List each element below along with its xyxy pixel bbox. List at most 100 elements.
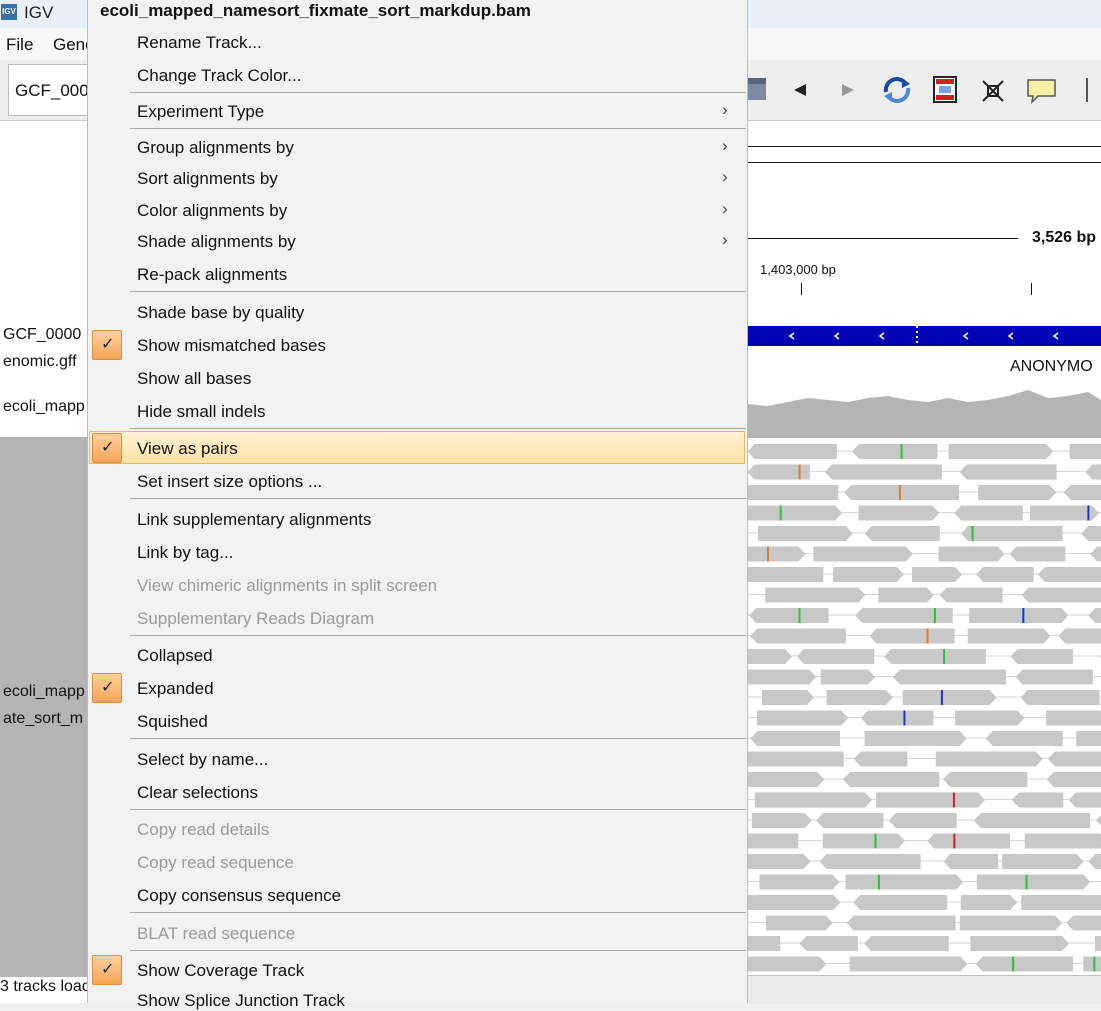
- menu-item-shade-alignments[interactable]: Shade alignments by: [137, 232, 296, 252]
- alignment-read[interactable]: [819, 854, 921, 869]
- track-name-alignments[interactable]: ecoli_mapp: [3, 683, 85, 701]
- alignment-read[interactable]: [1088, 608, 1101, 623]
- menu-item-show-all-bases[interactable]: Show all bases: [137, 369, 251, 389]
- menu-item-shade-base-quality[interactable]: Shade base by quality: [137, 303, 304, 323]
- alignment-read[interactable]: [935, 751, 1043, 767]
- alignment-read[interactable]: [756, 710, 849, 726]
- alignment-read[interactable]: [816, 813, 884, 828]
- speech-bubble-icon[interactable]: [1026, 78, 1058, 104]
- alignment-read[interactable]: [888, 813, 957, 828]
- alignment-read[interactable]: [1081, 526, 1101, 541]
- alignment-read[interactable]: [855, 608, 953, 623]
- alignment-read[interactable]: [864, 936, 949, 951]
- alignment-read[interactable]: [748, 567, 824, 582]
- alignment-read[interactable]: [1088, 854, 1101, 869]
- alignment-read[interactable]: [748, 649, 793, 664]
- menu-item-rename-track[interactable]: Rename Track...: [137, 33, 262, 53]
- menu-item-color-alignments[interactable]: Color alignments by: [137, 201, 287, 221]
- alignment-read[interactable]: [960, 526, 1063, 541]
- alignment-read[interactable]: [765, 587, 866, 603]
- alignment-read[interactable]: [826, 690, 893, 705]
- alignment-read[interactable]: [822, 833, 905, 849]
- alignment-read[interactable]: [1009, 546, 1066, 562]
- menu-item-show-mismatched-bases[interactable]: Show mismatched bases: [137, 336, 326, 356]
- alignment-read[interactable]: [813, 546, 913, 562]
- alignment-read[interactable]: [1024, 833, 1101, 849]
- alignment-read[interactable]: [1021, 587, 1101, 603]
- alignment-read[interactable]: [849, 956, 968, 972]
- alignment-read[interactable]: [748, 464, 810, 480]
- alignment-read[interactable]: [975, 956, 1073, 972]
- alignment-read[interactable]: [959, 464, 1057, 480]
- alignment-read[interactable]: [1090, 546, 1101, 562]
- alignment-read[interactable]: [970, 936, 1069, 951]
- forward-arrow-icon[interactable]: [838, 80, 858, 100]
- alignment-read[interactable]: [878, 587, 934, 603]
- alignment-read[interactable]: [858, 505, 940, 521]
- alignment-read[interactable]: [985, 731, 1063, 746]
- alignment-read[interactable]: [748, 956, 827, 972]
- alignment-read[interactable]: [943, 854, 999, 869]
- alignment-read[interactable]: [978, 485, 1057, 500]
- alignment-read[interactable]: [864, 526, 940, 541]
- menu-item-copy-consensus[interactable]: Copy consensus sequence: [137, 886, 341, 906]
- alignment-read[interactable]: [911, 567, 963, 582]
- alignment-read[interactable]: [851, 444, 938, 459]
- alignment-read[interactable]: [748, 936, 781, 951]
- alignment-read[interactable]: [749, 608, 829, 623]
- alignment-read[interactable]: [960, 895, 1018, 910]
- alignment-read[interactable]: [969, 608, 1069, 623]
- alignment-read[interactable]: [853, 895, 948, 910]
- alignment-read[interactable]: [799, 936, 858, 951]
- alignment-read[interactable]: [892, 669, 1006, 685]
- alignment-read[interactable]: [1048, 751, 1101, 767]
- alignment-read[interactable]: [1002, 854, 1084, 869]
- alignment-read[interactable]: [842, 772, 940, 787]
- alignment-read[interactable]: [748, 444, 837, 459]
- alignment-read[interactable]: [938, 546, 1005, 562]
- menu-item-group-alignments[interactable]: Group alignments by: [137, 138, 294, 158]
- alignment-read[interactable]: [751, 813, 812, 828]
- menu-item-show-coverage-track[interactable]: Show Coverage Track: [137, 961, 304, 981]
- alignment-read[interactable]: [750, 731, 840, 746]
- resize-icon[interactable]: [980, 78, 1006, 104]
- alignment-read[interactable]: [1046, 710, 1101, 726]
- menu-file[interactable]: File: [6, 35, 33, 55]
- alignment-read[interactable]: [1021, 895, 1101, 910]
- alignment-reads[interactable]: [748, 440, 1101, 975]
- alignment-read[interactable]: [748, 772, 825, 787]
- alignment-read[interactable]: [943, 772, 1028, 787]
- menu-item-link-supplementary[interactable]: Link supplementary alignments: [137, 510, 371, 530]
- alignment-read[interactable]: [884, 649, 986, 664]
- alignment-read[interactable]: [845, 874, 964, 890]
- alignment-read[interactable]: [833, 567, 904, 582]
- alignment-read[interactable]: [754, 792, 873, 808]
- alignment-read[interactable]: [796, 649, 875, 664]
- alignment-read[interactable]: [1020, 690, 1100, 705]
- back-arrow-icon[interactable]: [790, 80, 810, 100]
- alignment-read[interactable]: [1096, 813, 1101, 828]
- alignment-read[interactable]: [1076, 731, 1101, 746]
- menu-item-expanded[interactable]: Expanded: [137, 679, 214, 699]
- alignment-read[interactable]: [844, 485, 960, 500]
- track-name-coverage[interactable]: ecoli_mapp: [3, 398, 85, 416]
- alignment-read[interactable]: [955, 710, 1025, 726]
- alignment-read[interactable]: [1037, 567, 1101, 582]
- alignment-read[interactable]: [967, 628, 1051, 644]
- menu-item-sort-alignments[interactable]: Sort alignments by: [137, 169, 278, 189]
- alignment-read[interactable]: [820, 669, 876, 685]
- alignment-read[interactable]: [748, 546, 806, 562]
- alignment-read[interactable]: [824, 464, 942, 480]
- alignment-read[interactable]: [1015, 669, 1093, 685]
- alignment-read[interactable]: [757, 526, 853, 541]
- alignment-read[interactable]: [748, 669, 817, 685]
- alignment-read[interactable]: [976, 567, 1034, 582]
- alignment-read[interactable]: [748, 751, 844, 767]
- alignment-read[interactable]: [1011, 792, 1064, 808]
- alignment-read[interactable]: [1068, 792, 1101, 808]
- alignment-read[interactable]: [1046, 772, 1101, 787]
- menu-item-experiment-type[interactable]: Experiment Type: [137, 102, 264, 122]
- menu-item-squished[interactable]: Squished: [137, 712, 208, 732]
- menu-item-link-by-tag[interactable]: Link by tag...: [137, 543, 233, 563]
- menu-item-hide-small-indels[interactable]: Hide small indels: [137, 402, 266, 422]
